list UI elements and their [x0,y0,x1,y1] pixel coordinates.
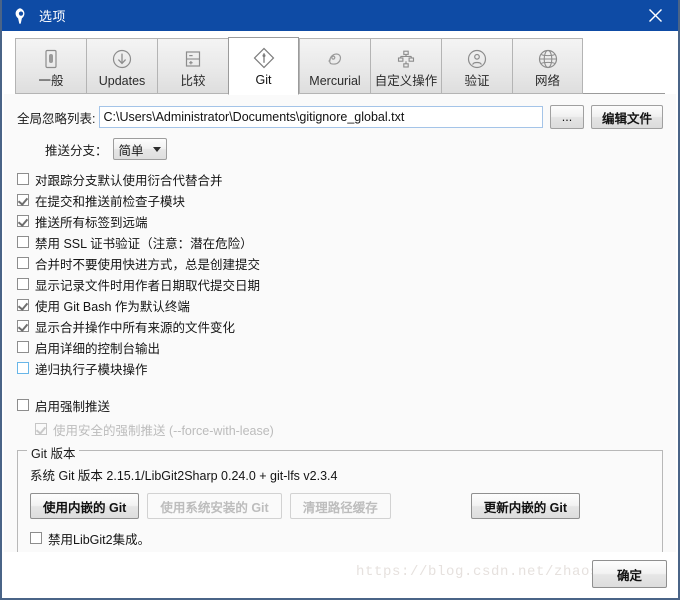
checkbox-label: 启用强制推送 [35,399,111,414]
checkbox-label: 推送所有标签到远端 [35,215,148,230]
checkbox-row-disable-libgit2[interactable]: 禁用LibGit2集成。 [30,528,650,548]
tab-general[interactable]: 一般 [15,38,86,94]
tab-authentication[interactable]: 验证 [441,38,512,94]
push-branch-value: 简单 [118,143,144,158]
git-options-checklist: 对跟踪分支默认使用衍合代替合并 在提交和推送前检查子模块 推送所有标签到远端 禁… [17,169,663,378]
mercurial-icon [323,46,347,72]
git-diamond-icon [252,45,276,71]
globe-icon [536,46,560,72]
checkbox-row-no-fast-forward[interactable]: 合并时不要使用快进方式，总是创建提交 [17,253,663,273]
git-version-buttons: 使用内嵌的 Git 使用系统安装的 Git 清理路径缓存 更新内嵌的 Git [30,493,650,519]
ok-button[interactable]: 确定 [592,560,667,588]
tab-git[interactable]: Git [228,37,299,95]
tab-label: Mercurial [309,74,361,88]
checkbox-row-git-bash-terminal[interactable]: 使用 Git Bash 作为默认终端 [17,295,663,315]
checkbox[interactable] [17,257,29,269]
push-branch-row: 推送分支： 简单 [17,138,663,160]
device-icon [39,46,63,72]
checkbox-label: 启用详细的控制台输出 [35,341,161,356]
checkbox-row-author-date-in-log[interactable]: 显示记录文件时用作者日期取代提交日期 [17,274,663,294]
checkbox[interactable] [17,236,29,248]
checkbox[interactable] [17,194,29,206]
checkbox[interactable] [17,173,29,185]
clear-path-cache-button: 清理路径缓存 [289,493,391,519]
push-branch-select[interactable]: 简单 [112,138,167,160]
checkbox-label: 显示记录文件时用作者日期取代提交日期 [35,278,261,293]
tab-label: Updates [98,74,146,88]
checkbox[interactable] [17,215,29,227]
checkbox-label: 在提交和推送前检查子模块 [35,194,186,209]
checkbox[interactable] [17,299,29,311]
close-icon[interactable] [632,0,678,31]
update-embedded-git-button[interactable]: 更新内嵌的 Git [470,493,581,519]
checkbox-row-rebase-tracking[interactable]: 对跟踪分支默认使用衍合代替合并 [17,169,663,189]
checkbox-row-enable-force-push[interactable]: 启用强制推送 [17,395,663,415]
checkbox [35,423,47,435]
checkbox-label: 对跟踪分支默认使用衍合代替合并 [35,173,223,188]
checkbox[interactable] [17,278,29,290]
tab-label: 比较 [180,74,206,88]
dialog-footer: https://blog.csdn.net/zhaoshuang1 确定 [4,552,676,596]
checkbox[interactable] [17,341,29,353]
tab-mercurial[interactable]: Mercurial [299,38,370,94]
checkbox-row-show-merge-sources[interactable]: 显示合并操作中所有来源的文件变化 [17,316,663,336]
checkbox-row-recursive-submodules[interactable]: 递归执行子模块操作 [17,358,663,378]
location-pin-icon [10,5,32,27]
browse-button[interactable]: ... [550,105,584,129]
tab-label: 一般 [38,74,64,88]
checkbox-label: 递归执行子模块操作 [35,362,148,377]
options-dialog-window: 选项 一般 Updates 比较 Git Mercurial 自定义操作 验证 … [0,0,680,600]
checkbox-label: 禁用 SSL 证书验证（注意：潜在危险） [35,236,253,251]
window-title: 选项 [39,9,67,24]
tab-custom-actions[interactable]: 自定义操作 [370,38,441,94]
download-arrow-icon [110,46,134,72]
tab-updates[interactable]: Updates [86,38,157,94]
tab-label: 验证 [464,74,490,88]
checkbox[interactable] [30,532,42,544]
tab-label: 自定义操作 [374,74,438,88]
git-version-groupbox: Git 版本 系统 Git 版本 2.15.1/LibGit2Sharp 0.2… [17,443,663,561]
checkbox-label: 禁用LibGit2集成。 [48,532,151,547]
use-embedded-git-button[interactable]: 使用内嵌的 Git [30,493,140,519]
checkbox-row-disable-ssl-verify[interactable]: 禁用 SSL 证书验证（注意：潜在危险） [17,232,663,252]
checkbox-row-verbose-console[interactable]: 启用详细的控制台输出 [17,337,663,357]
edit-file-button[interactable]: 编辑文件 [591,105,663,129]
diff-compare-icon [181,46,205,72]
checkbox-label: 显示合并操作中所有来源的文件变化 [35,320,236,335]
git-version-legend: Git 版本 [27,443,80,462]
global-ignore-label: 全局忽略列表: [17,111,96,126]
git-version-text: 系统 Git 版本 2.15.1/LibGit2Sharp 0.24.0 + g… [30,469,338,483]
checkbox-row-safe-force-push: 使用安全的强制推送 (--force-with-lease) [17,419,663,439]
push-branch-label: 推送分支： [45,143,108,158]
tab-label: Git [255,73,272,87]
checkbox-row-push-all-tags[interactable]: 推送所有标签到远端 [17,211,663,231]
checkbox[interactable] [17,320,29,332]
tab-strip: 一般 Updates 比较 Git Mercurial 自定义操作 验证 网络 [2,31,678,95]
checkbox-label: 使用 Git Bash 作为默认终端 [35,299,190,314]
custom-actions-icon [394,46,418,72]
use-system-git-button: 使用系统安装的 Git [147,493,282,519]
checkbox[interactable] [17,399,29,411]
checkbox-label: 使用安全的强制推送 (--force-with-lease) [53,423,274,438]
tab-label: 网络 [534,74,560,88]
tab-network[interactable]: 网络 [512,38,583,94]
global-ignore-input[interactable] [99,106,543,128]
checkbox-row-check-submodules[interactable]: 在提交和推送前检查子模块 [17,190,663,210]
user-circle-icon [465,46,489,72]
checkbox[interactable] [17,362,29,374]
checkbox-label: 合并时不要使用快进方式，总是创建提交 [35,257,261,272]
title-bar: 选项 [2,0,678,31]
force-push-group: 启用强制推送 使用安全的强制推送 (--force-with-lease) [17,395,663,439]
tab-compare[interactable]: 比较 [157,38,228,94]
chevron-down-icon [152,146,161,152]
global-ignore-row: 全局忽略列表: ... 编辑文件 [17,105,663,129]
git-settings-panel: 全局忽略列表: ... 编辑文件 推送分支： 简单 对跟踪分支默认使用衍合代替合… [4,94,676,561]
